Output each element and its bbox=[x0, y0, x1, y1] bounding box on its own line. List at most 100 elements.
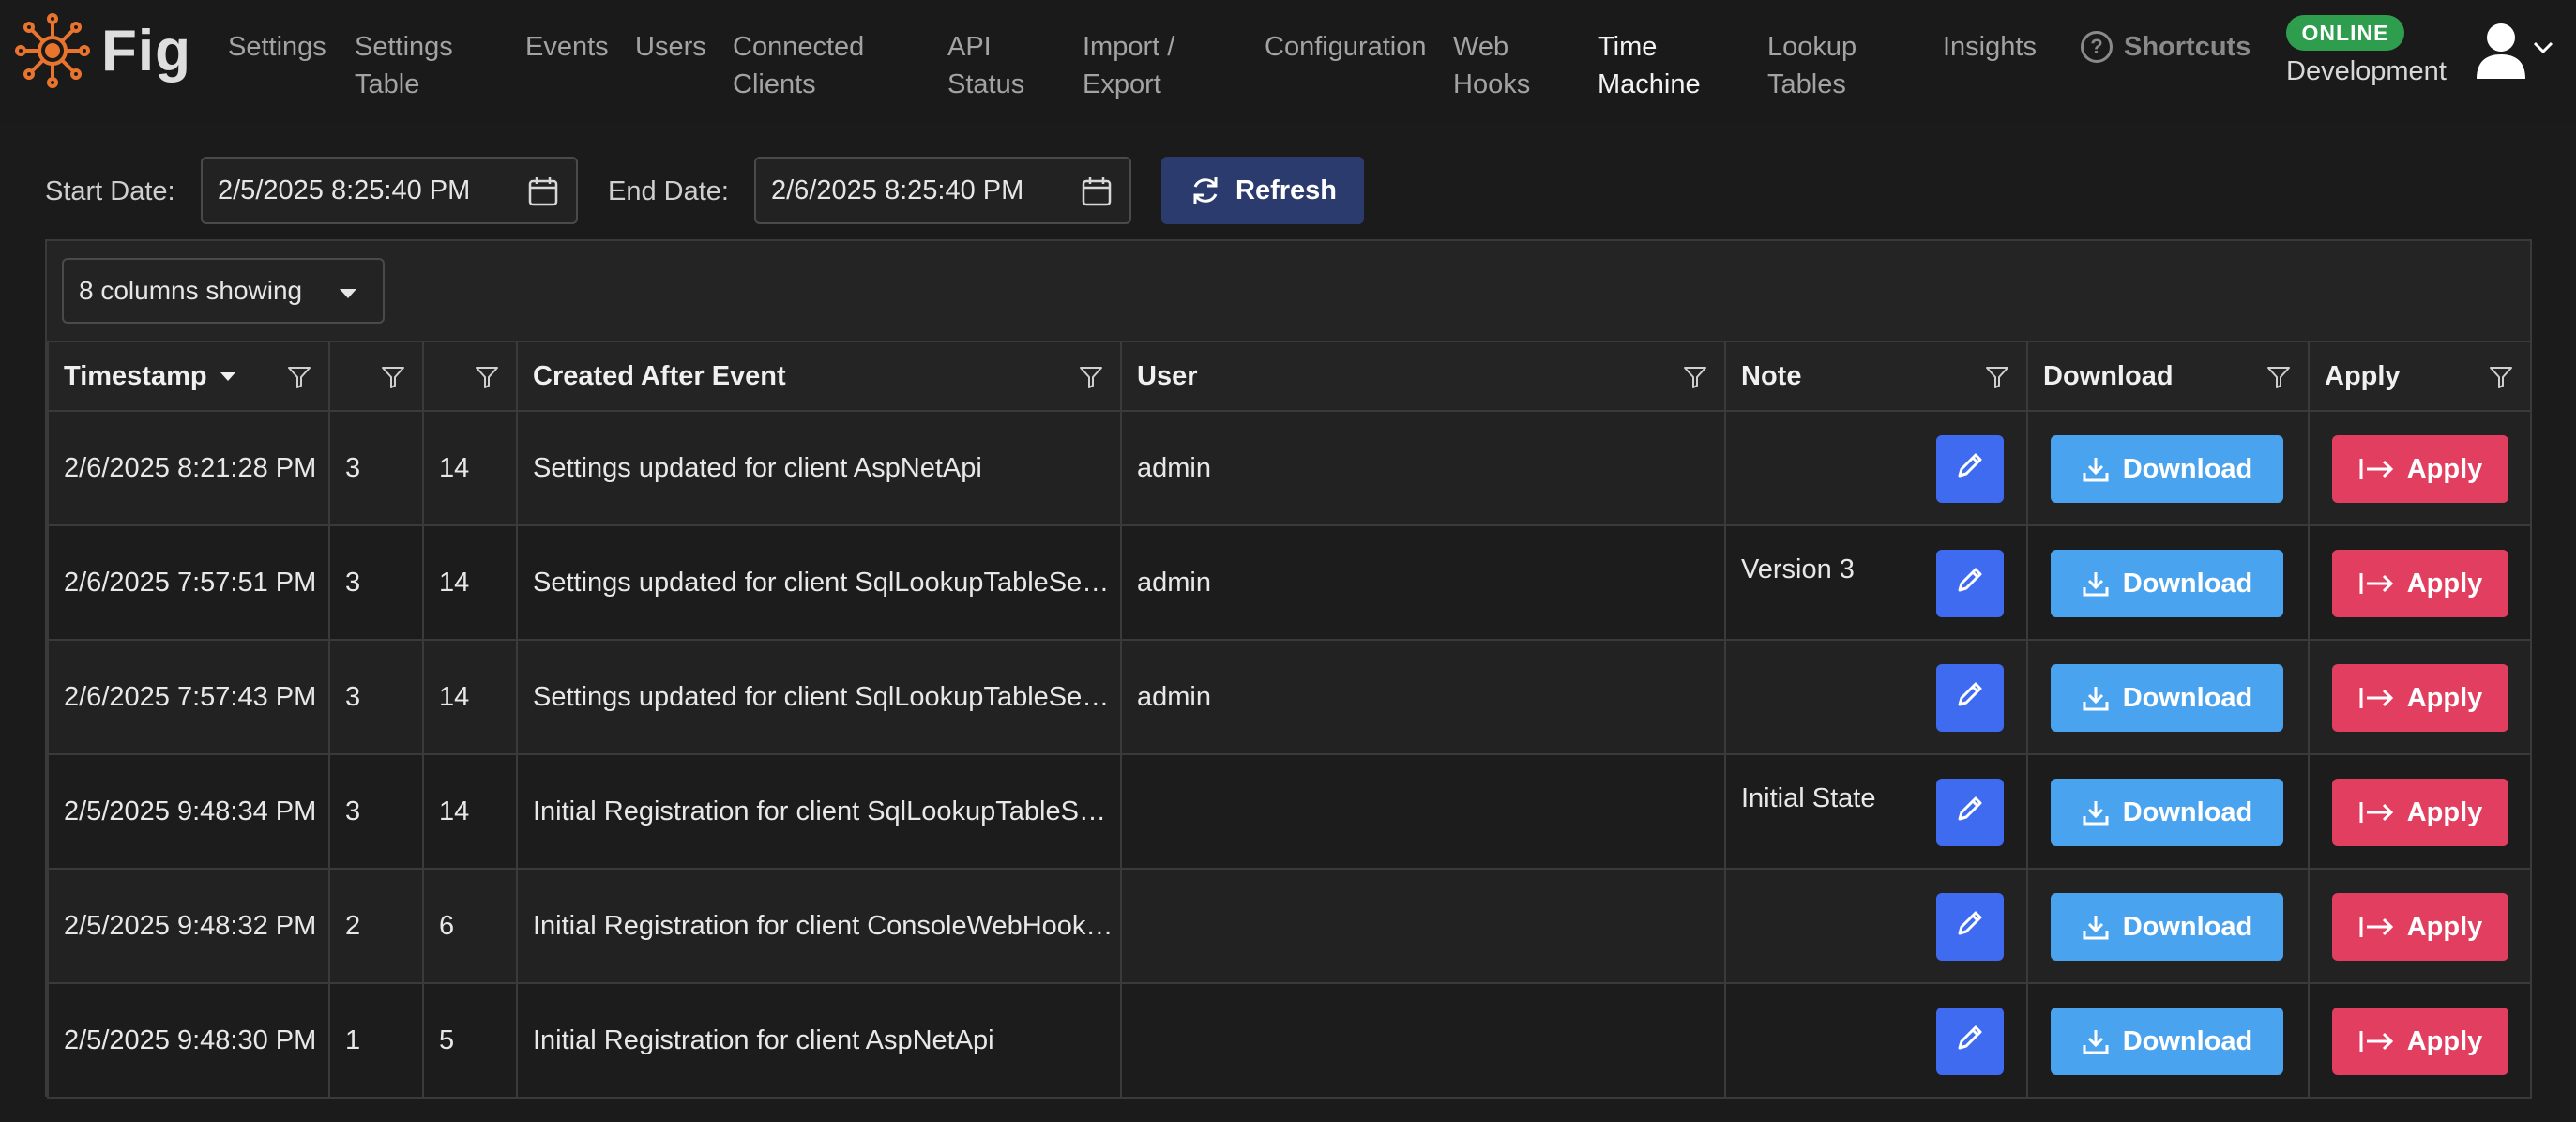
filter-icon[interactable] bbox=[475, 365, 499, 389]
columns-selector[interactable]: 8 columns showing bbox=[62, 258, 385, 324]
apply-label: Apply bbox=[2406, 1025, 2483, 1056]
download-icon bbox=[2082, 455, 2123, 483]
column-header-4[interactable]: User bbox=[1120, 341, 1726, 412]
refresh-button[interactable]: Refresh bbox=[1161, 157, 1364, 224]
nav-users[interactable]: Users bbox=[635, 28, 706, 66]
nav-settings-table[interactable]: Settings Table bbox=[355, 28, 453, 103]
calendar-icon[interactable] bbox=[1081, 175, 1113, 207]
download-button[interactable]: Download bbox=[2051, 893, 2283, 961]
column-header-7[interactable]: Apply bbox=[2308, 341, 2532, 412]
apply-button[interactable]: Apply bbox=[2332, 435, 2508, 503]
cell-timestamp: 2/6/2025 7:57:43 PM bbox=[47, 639, 330, 755]
cell-timestamp: 2/5/2025 9:48:32 PM bbox=[47, 868, 330, 984]
apply-button[interactable]: Apply bbox=[2332, 550, 2508, 617]
nav-connected-clients[interactable]: Connected Clients bbox=[733, 28, 864, 103]
online-status-badge: ONLINE bbox=[2286, 15, 2404, 51]
column-header-3[interactable]: Created After Event bbox=[516, 341, 1122, 412]
cell-user: admin bbox=[1120, 410, 1726, 526]
cell-col3: 14 bbox=[422, 524, 518, 641]
download-label: Download bbox=[2122, 453, 2253, 484]
filter-icon[interactable] bbox=[2266, 365, 2291, 389]
cell-note bbox=[1724, 982, 2028, 1099]
cell-download: Download bbox=[2026, 868, 2310, 984]
cell-col3: 14 bbox=[422, 410, 518, 526]
filter-icon[interactable] bbox=[287, 365, 311, 389]
download-button[interactable]: Download bbox=[2051, 550, 2283, 617]
download-button[interactable]: Download bbox=[2051, 779, 2283, 846]
filter-icon[interactable] bbox=[1985, 365, 2009, 389]
columns-selector-label: 8 columns showing bbox=[79, 276, 303, 305]
nav-api-status[interactable]: API Status bbox=[947, 28, 1024, 103]
start-date-picker[interactable] bbox=[201, 157, 578, 224]
nav-insights[interactable]: Insights bbox=[1943, 28, 2037, 66]
apply-button[interactable]: Apply bbox=[2332, 779, 2508, 846]
filter-icon[interactable] bbox=[2489, 365, 2513, 389]
cell-apply: Apply bbox=[2308, 410, 2532, 526]
shortcuts-link[interactable]: ? Shortcuts bbox=[2081, 28, 2250, 66]
apply-button[interactable]: Apply bbox=[2332, 1008, 2508, 1075]
filter-icon[interactable] bbox=[1079, 365, 1103, 389]
edit-note-button[interactable] bbox=[1936, 779, 2004, 846]
nav-configuration[interactable]: Configuration bbox=[1265, 28, 1427, 66]
edit-note-button[interactable] bbox=[1936, 550, 2004, 617]
note-text: Initial State bbox=[1741, 783, 1876, 813]
grid-table: Timestamp Created After Event User Note Down… bbox=[47, 341, 2532, 1099]
pencil-icon bbox=[1954, 907, 1986, 947]
start-date-input[interactable] bbox=[218, 174, 499, 206]
cell-apply: Apply bbox=[2308, 524, 2532, 641]
cell-note: Version 3 bbox=[1724, 524, 2028, 641]
cell-note: Initial State bbox=[1724, 753, 2028, 870]
nav-web-hooks[interactable]: Web Hooks bbox=[1453, 28, 1530, 103]
cell-download: Download bbox=[2026, 524, 2310, 641]
apply-label: Apply bbox=[2406, 453, 2483, 484]
cell-user: admin bbox=[1120, 524, 1726, 641]
nav-lookup-tables[interactable]: Lookup Tables bbox=[1767, 28, 1856, 103]
download-icon bbox=[2082, 684, 2123, 712]
end-date-input[interactable] bbox=[771, 174, 1053, 206]
download-button[interactable]: Download bbox=[2051, 664, 2283, 732]
edit-note-button[interactable] bbox=[1936, 435, 2004, 503]
edit-note-button[interactable] bbox=[1936, 893, 2004, 961]
cell-apply: Apply bbox=[2308, 639, 2532, 755]
nav-settings[interactable]: Settings bbox=[228, 28, 326, 66]
download-button[interactable]: Download bbox=[2051, 435, 2283, 503]
edit-note-button[interactable] bbox=[1936, 664, 2004, 732]
nav-import-export[interactable]: Import / Export bbox=[1083, 28, 1174, 103]
column-header-0[interactable]: Timestamp bbox=[47, 341, 330, 412]
nav-events[interactable]: Events bbox=[525, 28, 609, 66]
column-header-label: User bbox=[1137, 360, 1198, 391]
chevron-down-icon[interactable] bbox=[2533, 41, 2553, 54]
filter-icon[interactable] bbox=[381, 365, 405, 389]
apply-icon bbox=[2358, 913, 2407, 941]
download-label: Download bbox=[2122, 911, 2253, 942]
apply-icon bbox=[2358, 569, 2407, 598]
app-logo[interactable]: Fig bbox=[13, 11, 191, 90]
download-label: Download bbox=[2122, 1025, 2253, 1056]
grid-toolbar: 8 columns showing bbox=[47, 241, 2530, 341]
pencil-icon bbox=[1954, 449, 1986, 489]
cell-event: Settings updated for client SqlLookupTab… bbox=[516, 639, 1122, 755]
column-header-1[interactable] bbox=[328, 341, 424, 412]
sort-desc-icon[interactable] bbox=[220, 372, 235, 382]
edit-note-button[interactable] bbox=[1936, 1008, 2004, 1075]
nav-time-machine[interactable]: Time Machine bbox=[1598, 28, 1701, 103]
cell-apply: Apply bbox=[2308, 753, 2532, 870]
column-header-5[interactable]: Note bbox=[1724, 341, 2028, 412]
calendar-icon[interactable] bbox=[527, 175, 559, 207]
environment-label: Development bbox=[2286, 56, 2447, 86]
download-icon bbox=[2082, 1027, 2123, 1055]
column-header-6[interactable]: Download bbox=[2026, 341, 2310, 412]
filter-icon[interactable] bbox=[1683, 365, 1707, 389]
user-avatar-icon[interactable] bbox=[2473, 21, 2529, 81]
cell-note bbox=[1724, 639, 2028, 755]
apply-icon bbox=[2358, 798, 2407, 826]
end-date-picker[interactable] bbox=[754, 157, 1131, 224]
column-header-2[interactable] bbox=[422, 341, 518, 412]
download-button[interactable]: Download bbox=[2051, 1008, 2283, 1075]
cell-note bbox=[1724, 868, 2028, 984]
apply-button[interactable]: Apply bbox=[2332, 893, 2508, 961]
cell-col2: 3 bbox=[328, 753, 424, 870]
column-header-label: Download bbox=[2043, 360, 2174, 391]
download-label: Download bbox=[2122, 796, 2253, 827]
apply-button[interactable]: Apply bbox=[2332, 664, 2508, 732]
